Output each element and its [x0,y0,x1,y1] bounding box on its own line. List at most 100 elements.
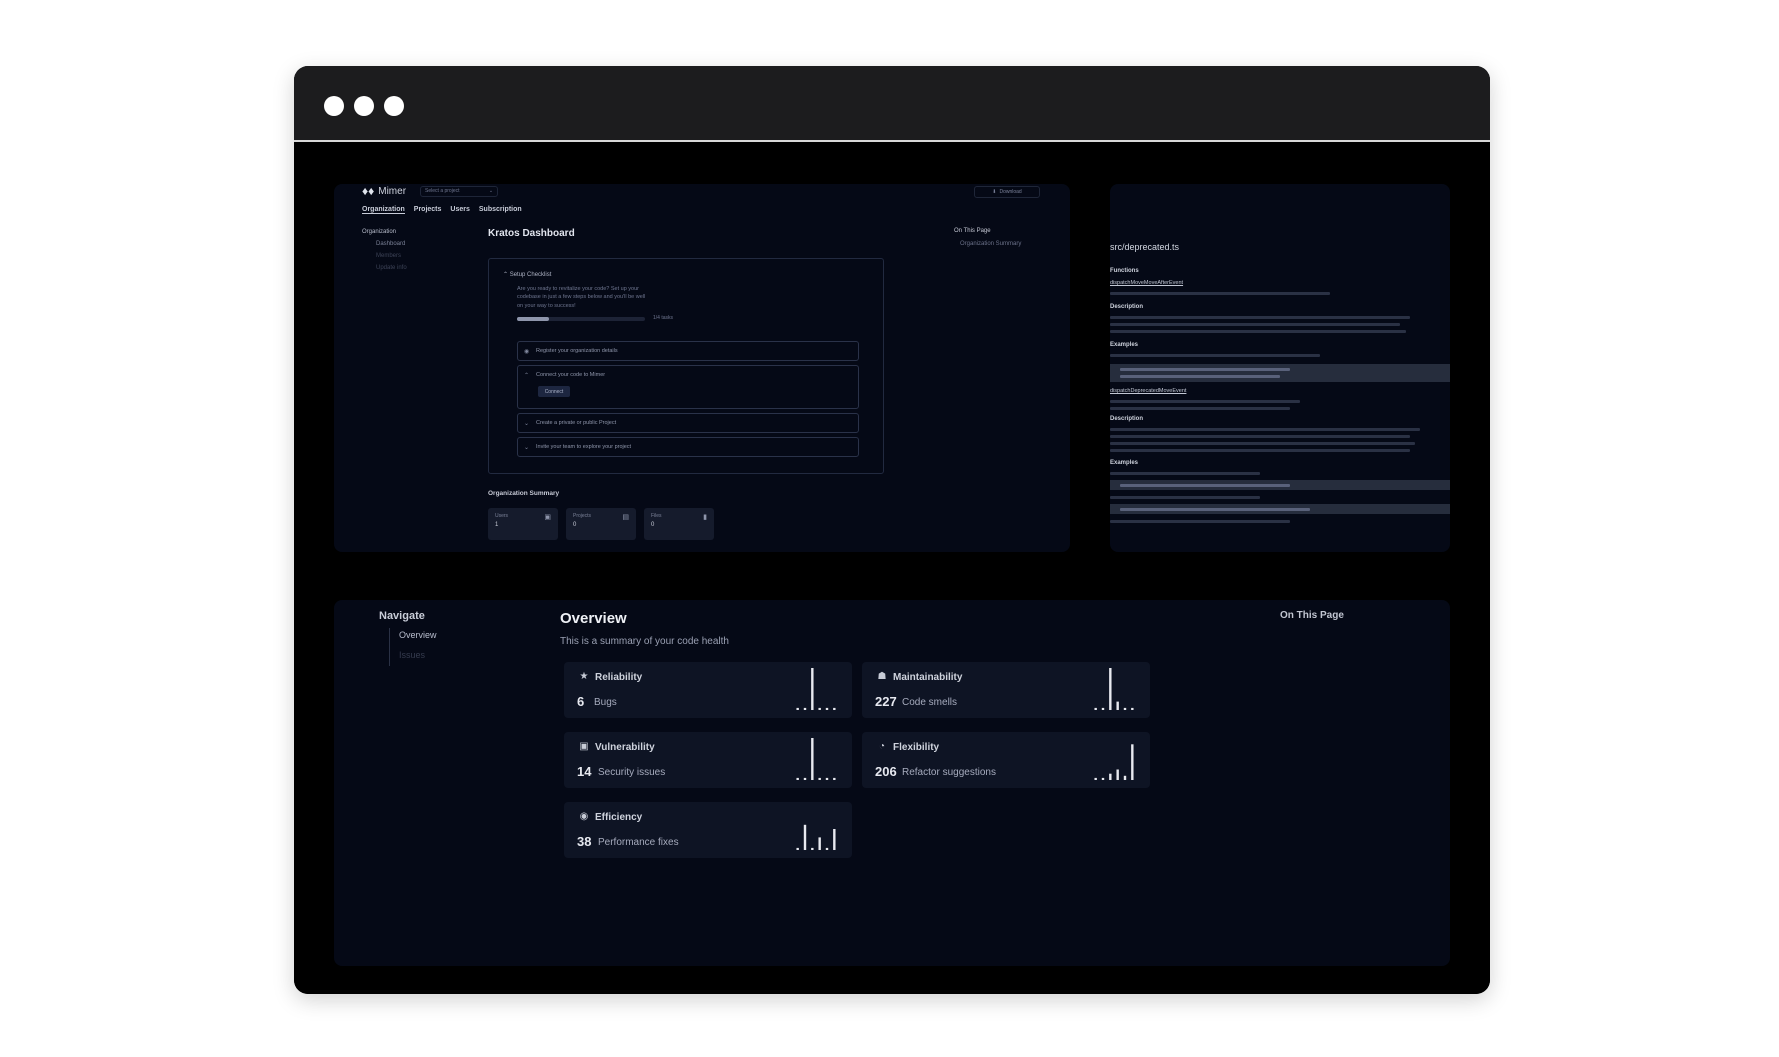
vulnerability-sparkbars [796,738,836,780]
summary-card-label: Users [495,513,509,519]
spark-bar [833,777,836,780]
checklist-item-register[interactable]: ◉ Register your organization details [517,341,859,361]
checklist-progress-fill [517,317,549,321]
summary-card-label: Files [651,513,662,519]
checklist-header[interactable]: ⌃ Setup Checklist [503,271,551,278]
check-circle-icon: ◉ [524,349,530,355]
spark-bar [803,707,807,710]
metric-unit: Code smells [902,697,958,708]
metric-card-reliability[interactable]: ★ Reliability 6 Bugs [564,662,852,718]
summary-card-value: 1 [495,522,499,528]
docs-examples-heading-2: Examples [1110,460,1139,466]
spark-bar [1116,769,1119,780]
window-maximize-dot[interactable] [384,96,404,116]
nav-tab-organization[interactable]: Organization [362,206,405,214]
efficiency-sparkbars [796,824,836,850]
brand-name: Mimer [378,185,407,197]
metric-label: Maintainability [893,672,963,683]
on-this-page-small: On This Page Organization Summary [954,228,1021,247]
summary-card-value: 0 [651,522,655,528]
docs-text-line [1110,442,1415,445]
metric-card-efficiency[interactable]: ◉ Efficiency 38 Performance fixes [564,802,852,858]
nav-item-overview[interactable]: Overview [399,630,437,640]
sidebar-item-update-info[interactable]: Update info [376,265,407,271]
spark-bar [818,837,821,850]
maintainability-sparkbars [1094,668,1134,710]
lock-icon: ▣ [579,741,589,752]
checklist-title: Setup Checklist [509,272,552,278]
project-select[interactable]: Select a project ⌄ [420,185,499,197]
docs-file-title: src/deprecated.ts [1110,242,1180,252]
file-icon: ▮ [703,514,707,521]
overview-title: Overview [560,610,627,627]
checklist-item-label: Create a private or public Project [536,420,617,426]
sidebar-heading: Organization [362,229,397,235]
window-minimize-dot[interactable] [354,96,374,116]
spark-bar [1101,777,1105,780]
chevron-up-icon: ⌃ [503,272,509,278]
sidebar-item-dashboard[interactable]: Dashboard [376,241,407,247]
checklist-item-label: Invite your team to explore your project [536,444,632,450]
page-title: Kratos Dashboard [488,228,575,239]
docs-description-heading: Description [1110,304,1144,310]
checklist-item-connect[interactable]: ⌃ Connect your code to Mimer Connect [517,365,859,409]
spark-bar [796,707,799,710]
download-icon: ⬇ [992,189,997,195]
connect-button[interactable]: Connect [538,386,570,397]
docs-text-line [1110,496,1260,499]
metric-value: 14 [577,764,592,779]
docs-panel: src/deprecated.ts Functions dispatchMove… [1110,184,1450,552]
spark-bar [1109,668,1112,710]
nav-tab-users[interactable]: Users [450,206,469,214]
docs-text-line [1110,323,1400,326]
spark-bar [1094,707,1097,710]
docs-examples-heading: Examples [1110,342,1139,348]
docs-function-link-1[interactable]: dispatchMoveMoveAfterEvent [1110,280,1183,286]
docs-function-link-2[interactable]: dispatchDeprecatedMoveEvent [1110,388,1186,394]
spark-bar [818,707,821,710]
docs-code-block [1110,480,1450,490]
flexibility-sparkbars [1094,744,1134,780]
checklist-item-create-project[interactable]: ⌄ Create a private or public Project [517,413,859,433]
chevron-down-icon: ⌄ [524,445,530,451]
checklist-item-label: Connect your code to Mimer [536,372,606,378]
browser-window: ♦♦ Mimer Select a project ⌄ ⬇ Download O… [294,66,1490,994]
chevron-down-icon: ⌄ [488,188,494,194]
docs-code-block [1110,504,1450,514]
metric-label: Efficiency [595,812,643,823]
download-button[interactable]: ⬇ Download [974,186,1040,198]
spark-bar [1109,773,1112,780]
nav-tab-projects[interactable]: Projects [414,206,442,214]
spark-bar [796,847,799,850]
metric-unit: Performance fixes [598,837,679,848]
metric-card-flexibility[interactable]: ◔ Flexibility 206 Refactor suggestions [862,732,1150,788]
spark-bar [1123,775,1127,780]
spark-bar [811,738,814,780]
overview-subtitle: This is a summary of your code health [560,636,729,647]
spark-bar [1131,707,1134,710]
window-content: ♦♦ Mimer Select a project ⌄ ⬇ Download O… [294,144,1490,994]
docs-text-line [1110,407,1290,410]
spark-bar [1131,744,1134,780]
window-close-dot[interactable] [324,96,344,116]
download-button-label: Download [999,189,1022,195]
spark-bar [825,707,829,710]
brand-logo[interactable]: ♦♦ Mimer [362,184,406,198]
chevron-up-icon: ⌃ [524,373,530,379]
gauge-icon: ◔ [878,741,886,752]
spark-bar [818,777,821,780]
mimer-logo-icon: ♦♦ [362,184,375,198]
metric-card-maintainability[interactable]: ☗ Maintainability 227 Code smells [862,662,1150,718]
checklist-description: Are you ready to revitalize your code? S… [517,286,646,309]
metric-value: 6 [577,694,585,709]
docs-text-line [1110,400,1300,403]
nav-item-issues[interactable]: Issues [399,650,425,660]
sidebar-item-members[interactable]: Members [376,253,407,259]
on-this-page-link[interactable]: Organization Summary [960,241,1021,247]
metric-card-vulnerability[interactable]: ▣ Vulnerability 14 Security issues [564,732,852,788]
on-this-page-title: On This Page [1280,610,1344,621]
nav-tab-subscription[interactable]: Subscription [479,206,522,214]
metric-label: Flexibility [893,742,940,753]
checklist-item-invite-team[interactable]: ⌄ Invite your team to explore your proje… [517,437,859,457]
bolt-icon: ◉ [579,811,589,822]
